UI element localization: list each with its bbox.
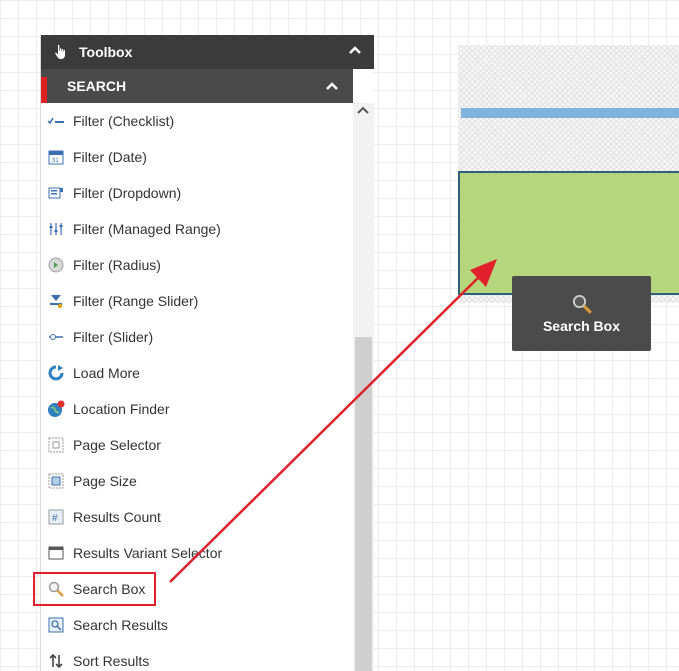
list-item-label: Filter (Checklist) [73,113,175,129]
list-item[interactable]: Load More [41,355,353,391]
chevron-up-icon[interactable] [348,44,362,56]
scrollbar-thumb[interactable] [355,337,372,671]
toolbox-header[interactable]: Toolbox [41,35,374,69]
section-accent-bar [41,77,47,103]
list-item[interactable]: Filter (Range Slider) [41,283,353,319]
list-item-label: Sort Results [73,653,150,669]
list-item-label: Filter (Managed Range) [73,221,221,237]
list-item[interactable]: Filter (Slider) [41,319,353,355]
list-item-label: Search Results [73,617,168,633]
chevron-up-icon[interactable] [325,80,339,92]
toolbox-title: Toolbox [79,44,133,60]
globe-pin-icon [47,400,65,418]
window-icon [47,544,65,562]
list-item[interactable]: Page Size [41,463,353,499]
list-item[interactable]: Filter (Managed Range) [41,211,353,247]
list-item-label: Page Size [73,473,137,489]
highlight-box [33,572,156,606]
list-item-label: Filter (Slider) [73,329,154,345]
checklist-icon [47,112,65,130]
list-item[interactable]: Page Selector [41,427,353,463]
refresh-icon [47,364,65,382]
placeholder-bar [461,108,679,118]
list-item[interactable]: Search Results [41,607,353,643]
list-item-label: Location Finder [73,401,170,417]
list-item-label: Filter (Radius) [73,257,161,273]
list-item-label: Load More [73,365,140,381]
range-sliders-icon [47,220,65,238]
svg-text:#: # [52,513,58,524]
page-selector-icon [47,436,65,454]
calendar-icon: 31 [47,148,65,166]
list-item-search-box[interactable]: Search Box [33,571,353,607]
radius-icon [47,256,65,274]
list-item-label: Filter (Date) [73,149,147,165]
list-item[interactable]: Sort Results [41,643,353,671]
range-slider-icon [47,292,65,310]
toolbox-panel: Toolbox SEARCH Filter (Checklist) 31 Fil… [33,35,374,671]
drag-tile-search-box[interactable]: Search Box [512,276,651,351]
sort-icon [47,652,65,670]
page-size-icon [47,472,65,490]
scroll-up-icon[interactable] [356,105,370,115]
drag-tile-label: Search Box [542,317,621,334]
list-item-label: Filter (Dropdown) [73,185,182,201]
list-item-label: Results Variant Selector [73,545,223,561]
slider-icon [47,328,65,346]
section-title: SEARCH [67,78,127,94]
list-item-label: Page Selector [73,437,161,453]
list-item[interactable]: 31 Filter (Date) [41,139,353,175]
svg-text:31: 31 [52,158,59,164]
list-item-label: Results Count [73,509,161,525]
list-item[interactable]: Filter (Checklist) [41,103,353,139]
list-item-label: Filter (Range Slider) [73,293,199,309]
magnifier-icon [572,294,592,314]
list-item[interactable]: # Results Count [41,499,353,535]
toolbox-item-list: Filter (Checklist) 31 Filter (Date) Filt… [33,103,353,671]
list-item[interactable]: Location Finder [41,391,353,427]
list-item[interactable]: Results Variant Selector [41,535,353,571]
hand-pointer-icon [55,44,65,59]
scrollbar[interactable] [353,103,374,671]
search-results-icon [47,616,65,634]
list-item[interactable]: Filter (Dropdown) [41,175,353,211]
section-header-search[interactable]: SEARCH [41,69,353,103]
list-item[interactable]: Filter (Radius) [41,247,353,283]
hash-icon: # [47,508,65,526]
dropdown-icon [47,184,65,202]
layout-canvas [458,45,679,305]
